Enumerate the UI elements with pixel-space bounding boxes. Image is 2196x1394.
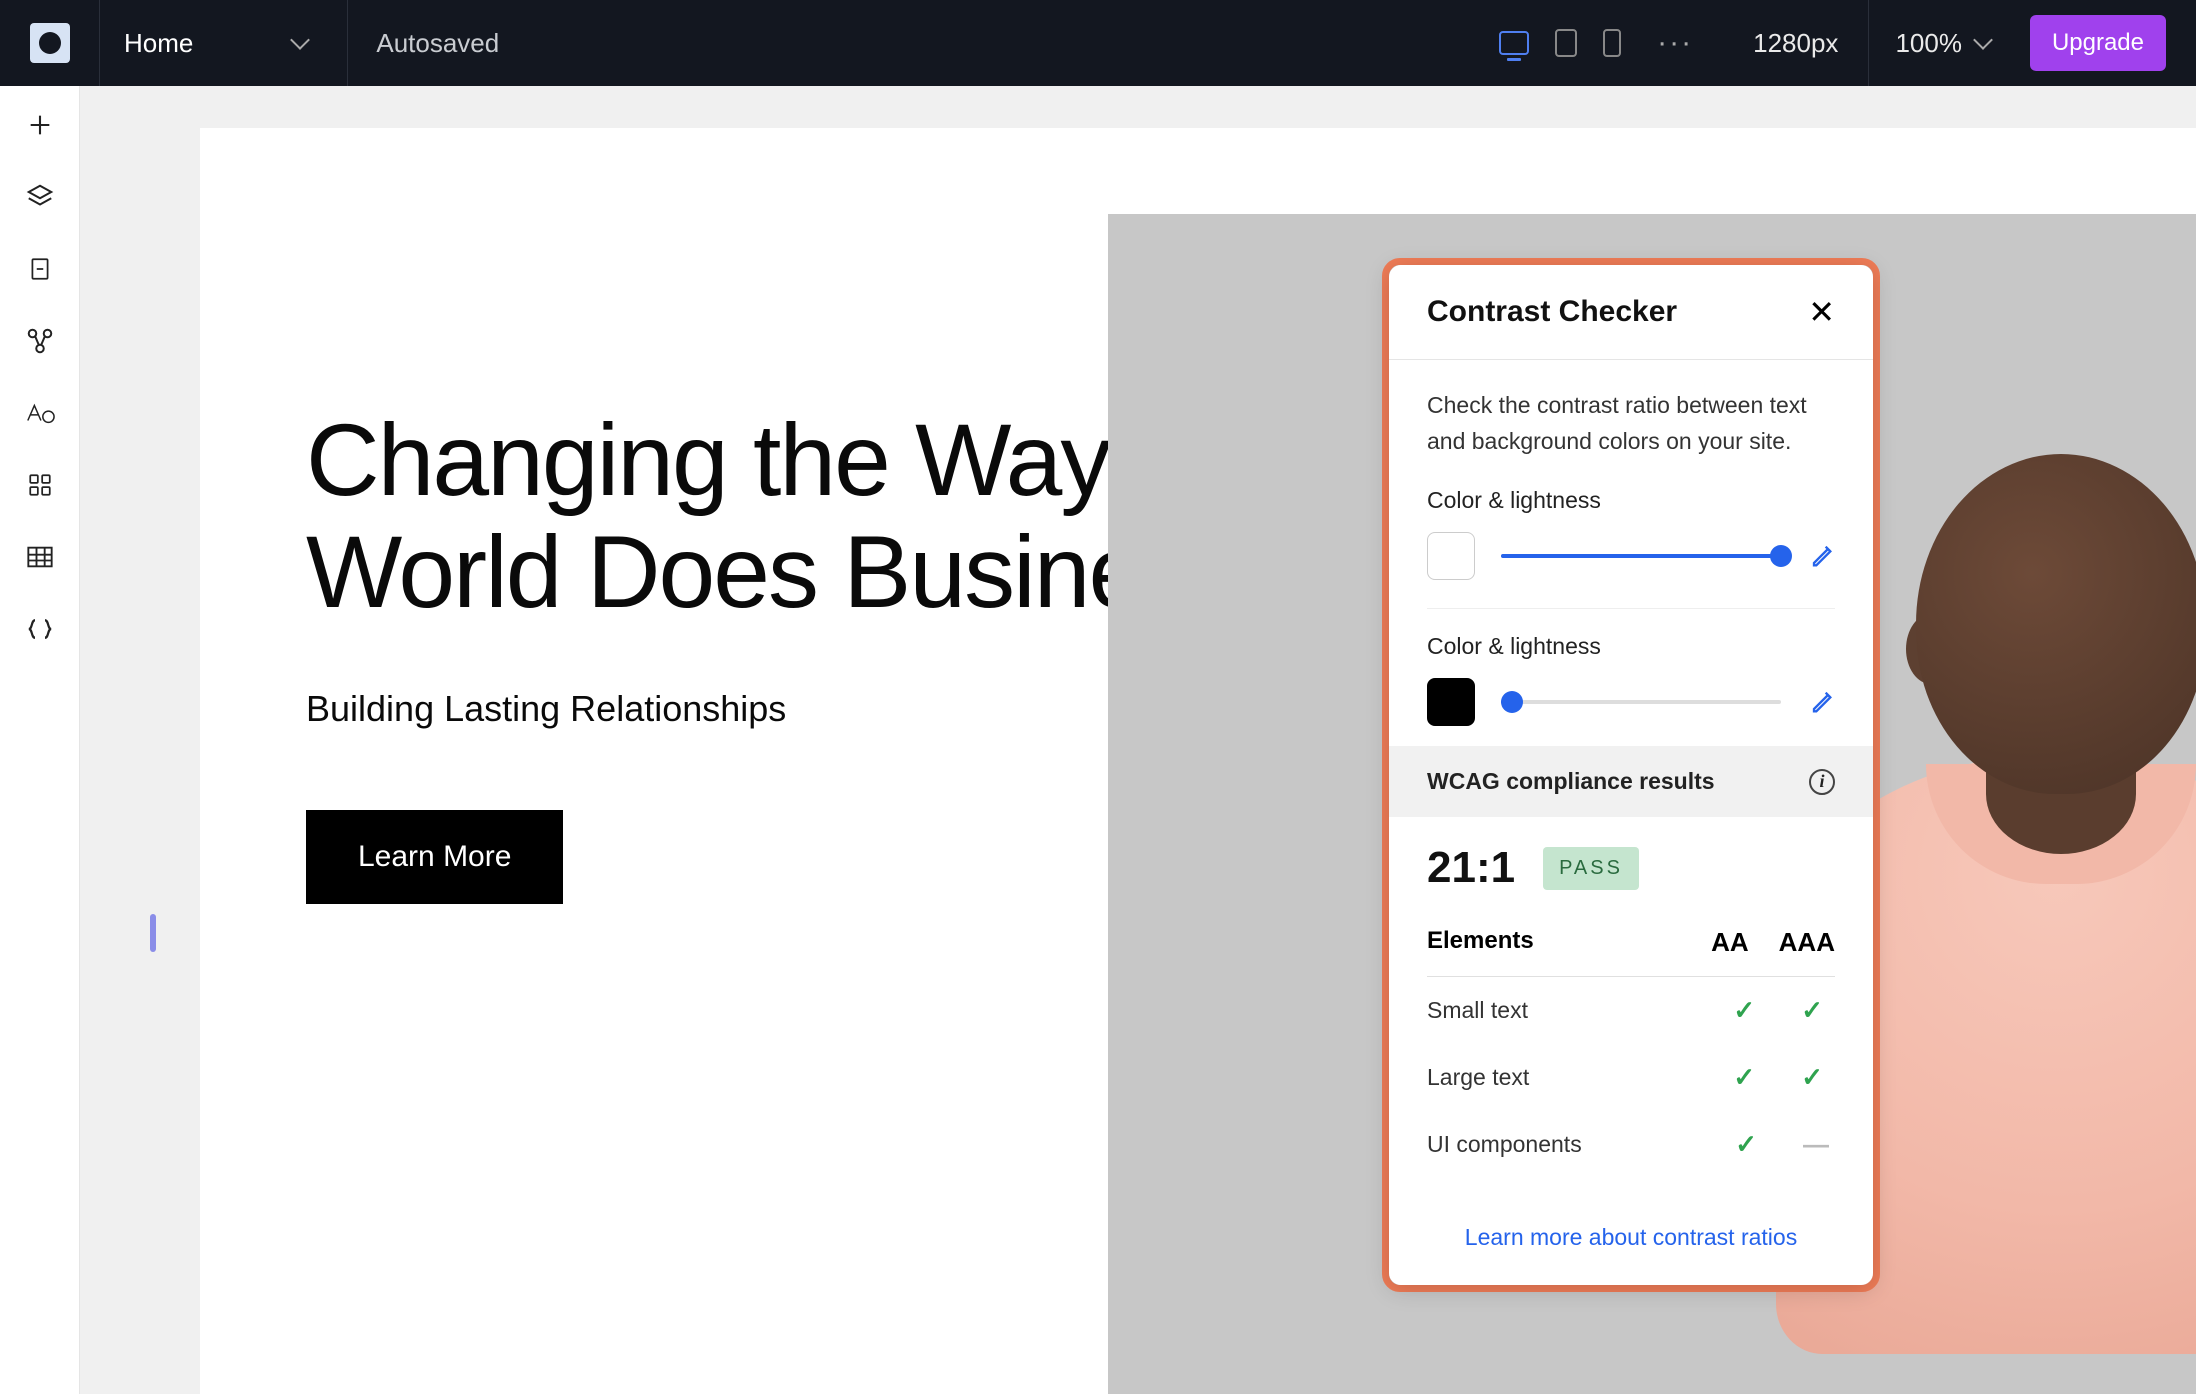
zoom-selector[interactable]: 100% xyxy=(1869,28,2016,59)
site-header-strip xyxy=(200,128,2196,214)
data-icon[interactable] xyxy=(25,326,55,356)
close-icon[interactable]: ✕ xyxy=(1808,296,1835,328)
phone-device-icon[interactable] xyxy=(1603,29,1621,57)
page-name: Home xyxy=(124,28,193,59)
pass-badge: PASS xyxy=(1543,847,1639,890)
code-icon[interactable] xyxy=(25,614,55,644)
selection-handle[interactable] xyxy=(150,914,156,952)
upgrade-button[interactable]: Upgrade xyxy=(2030,15,2166,71)
na-icon: — xyxy=(1803,1129,1823,1160)
wcag-header-label: WCAG compliance results xyxy=(1427,768,1715,795)
column-aaa: AAA xyxy=(1779,927,1835,958)
table-row: Large text ✓ ✓ xyxy=(1427,1044,1835,1111)
background-slider[interactable] xyxy=(1501,700,1781,704)
panel-title: Contrast Checker xyxy=(1427,295,1677,329)
foreground-swatch[interactable] xyxy=(1427,532,1475,580)
background-slider-row xyxy=(1427,678,1835,746)
hero-cta-button[interactable]: Learn More xyxy=(306,810,563,904)
panel-header: Contrast Checker ✕ xyxy=(1389,265,1873,360)
top-bar: Home Autosaved ··· 1280px 100% Upgrade xyxy=(0,0,2196,86)
background-slider-label: Color & lightness xyxy=(1427,633,1835,660)
foreground-slider-row xyxy=(1427,532,1835,609)
autosave-status: Autosaved xyxy=(348,28,527,59)
ratio-row: 21:1 PASS xyxy=(1427,843,1835,893)
element-name: Small text xyxy=(1427,997,1528,1024)
canvas-width-display[interactable]: 1280px xyxy=(1723,0,1869,86)
check-icon: ✓ xyxy=(1733,1062,1755,1093)
contrast-checker-panel: Contrast Checker ✕ Check the contrast ra… xyxy=(1389,265,1873,1285)
theme-icon[interactable] xyxy=(25,398,55,428)
results-section: 21:1 PASS Elements AA AAA Small text xyxy=(1389,817,1873,1206)
background-swatch[interactable] xyxy=(1427,678,1475,726)
hero-heading-line2[interactable]: World Does Business xyxy=(306,516,1108,628)
zoom-value: 100% xyxy=(1895,28,1962,59)
element-name: Large text xyxy=(1427,1064,1529,1091)
foreground-slider[interactable] xyxy=(1501,554,1781,558)
column-aa: AA xyxy=(1711,927,1749,958)
apps-icon[interactable] xyxy=(25,470,55,500)
learn-more-link[interactable]: Learn more about contrast ratios xyxy=(1389,1206,1873,1285)
hero-left-column: Changing the Way the World Does Business… xyxy=(200,214,1108,1394)
desktop-device-icon[interactable] xyxy=(1499,31,1529,55)
table-row: Small text ✓ ✓ xyxy=(1427,977,1835,1044)
table-row: UI components ✓ — xyxy=(1427,1111,1835,1178)
table-icon[interactable] xyxy=(25,542,55,572)
page-selector[interactable]: Home xyxy=(100,0,348,86)
check-icon: ✓ xyxy=(1801,995,1823,1026)
layers-icon[interactable] xyxy=(25,182,55,212)
left-rail xyxy=(0,86,80,1394)
elements-header-label: Elements xyxy=(1427,927,1534,958)
hero-subheading[interactable]: Building Lasting Relationships xyxy=(306,688,1108,730)
canvas[interactable]: Changing the Way the World Does Business… xyxy=(200,128,2196,1394)
chevron-down-icon xyxy=(1973,30,1993,50)
chevron-down-icon xyxy=(290,30,310,50)
wcag-results-header: WCAG compliance results i xyxy=(1389,746,1873,817)
eyedropper-icon[interactable] xyxy=(1807,688,1835,716)
device-switcher: ··· xyxy=(1479,26,1723,60)
pages-icon[interactable] xyxy=(25,254,55,284)
logo[interactable] xyxy=(0,0,100,86)
hero-heading-line1[interactable]: Changing the Way the xyxy=(306,404,1108,516)
elements-table: Elements AA AAA Small text ✓ ✓ xyxy=(1427,927,1835,1178)
canvas-area: Changing the Way the World Does Business… xyxy=(80,86,2196,1394)
contrast-checker-highlight: Contrast Checker ✕ Check the contrast ra… xyxy=(1382,258,1880,1292)
contrast-ratio-value: 21:1 xyxy=(1427,843,1515,893)
eyedropper-icon[interactable] xyxy=(1807,542,1835,570)
more-devices-icon[interactable]: ··· xyxy=(1647,26,1703,60)
check-icon: ✓ xyxy=(1733,995,1755,1026)
check-icon: ✓ xyxy=(1735,1129,1757,1160)
add-icon[interactable] xyxy=(25,110,55,140)
info-icon[interactable]: i xyxy=(1809,769,1835,795)
hero-section: Changing the Way the World Does Business… xyxy=(200,214,2196,1394)
tablet-device-icon[interactable] xyxy=(1555,29,1577,57)
foreground-slider-label: Color & lightness xyxy=(1427,487,1835,514)
element-name: UI components xyxy=(1427,1131,1582,1158)
panel-description: Check the contrast ratio between text an… xyxy=(1427,388,1835,459)
check-icon: ✓ xyxy=(1801,1062,1823,1093)
